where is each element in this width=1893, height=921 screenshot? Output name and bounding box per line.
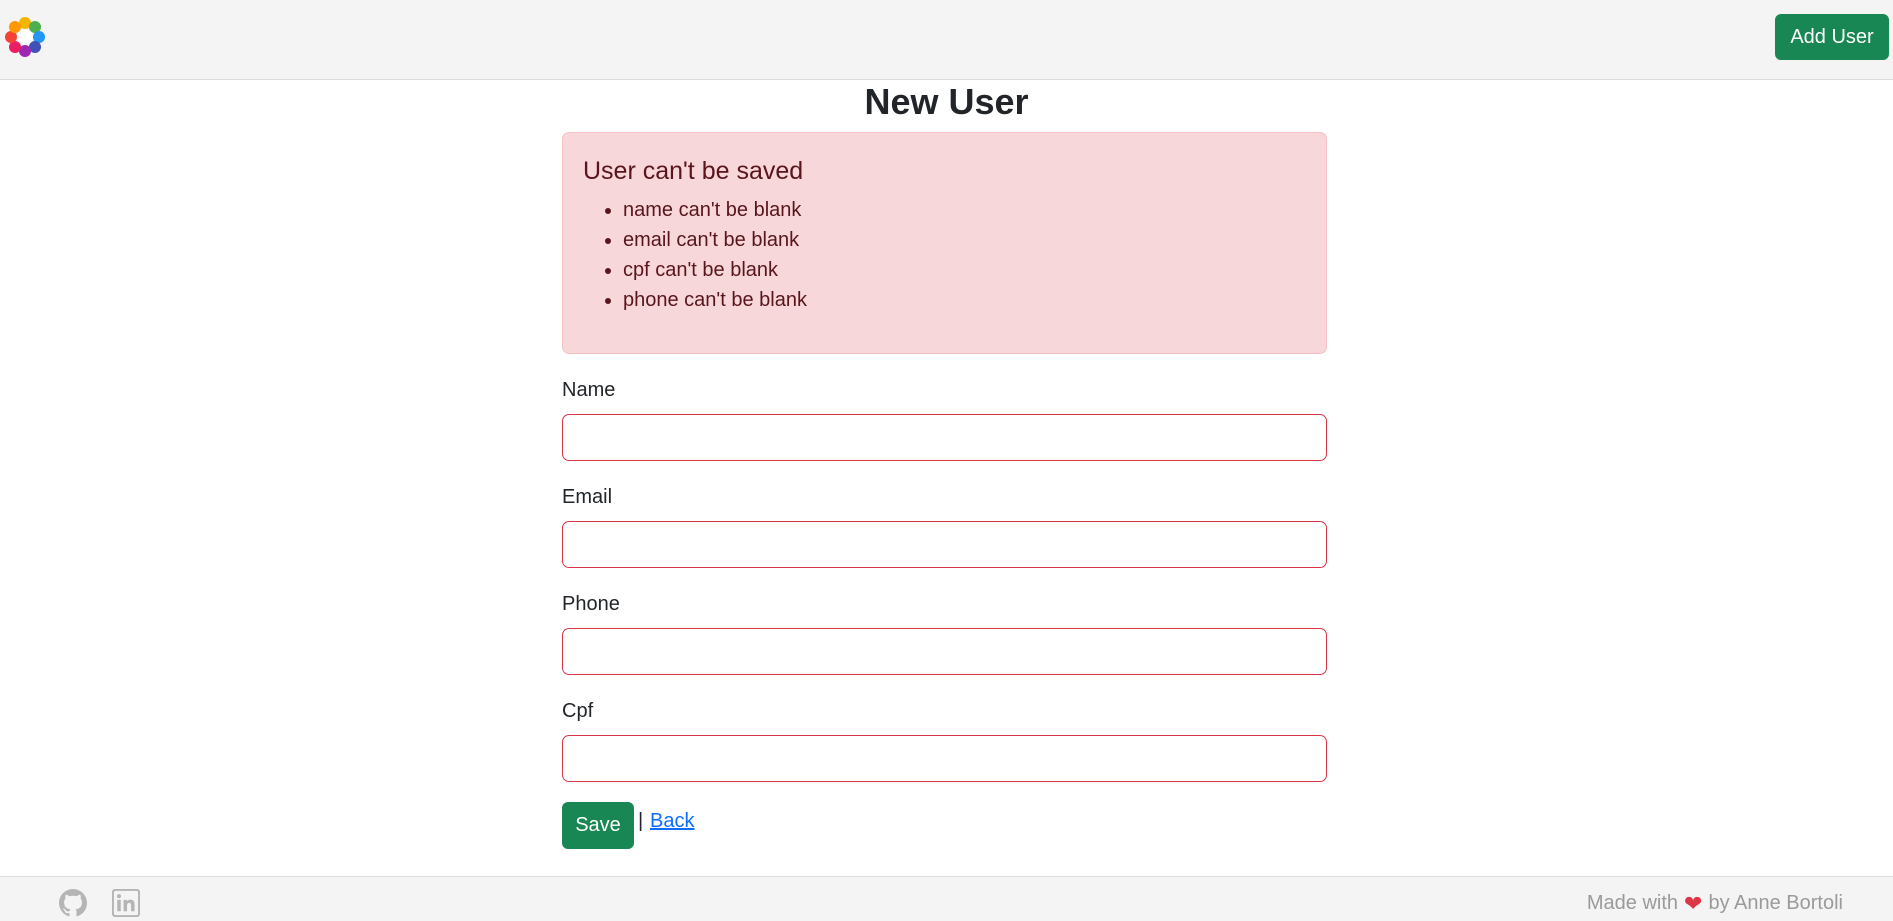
navbar: Add User [0, 0, 1893, 80]
alert-title: User can't be saved [583, 157, 804, 185]
separator: | [638, 810, 644, 832]
add-user-button[interactable]: Add User [1775, 14, 1889, 60]
back-link[interactable]: Back [650, 810, 694, 833]
phone-label: Phone [562, 593, 620, 615]
error-alert: User can't be saved name can't be blank … [562, 132, 1327, 354]
footer-credit: Made with ❤ by Anne Bortoli [1587, 892, 1843, 915]
cpf-field[interactable] [562, 735, 1327, 782]
email-field[interactable] [562, 521, 1327, 568]
phone-field[interactable] [562, 628, 1327, 675]
colorful-flower-logo-icon[interactable] [2, 14, 48, 60]
error-item: email can't be blank [623, 225, 1306, 255]
github-icon[interactable] [59, 889, 87, 917]
error-item: cpf can't be blank [623, 255, 1306, 285]
name-field[interactable] [562, 414, 1327, 461]
error-item: name can't be blank [623, 195, 1306, 225]
linkedin-icon[interactable] [111, 888, 141, 918]
save-button[interactable]: Save [562, 802, 634, 849]
error-list: name can't be blank email can't be blank… [583, 195, 1306, 315]
made-with-text: Made with [1586, 892, 1679, 914]
name-label: Name [562, 379, 616, 401]
page-title: New User [864, 81, 1029, 122]
cpf-label: Cpf [562, 700, 594, 722]
footer: Made with ❤ by Anne Bortoli [0, 876, 1893, 921]
author-text: by Anne Bortoli [1708, 892, 1843, 914]
error-item: phone can't be blank [623, 285, 1306, 315]
email-label: Email [562, 486, 613, 508]
heart-icon: ❤ [1684, 890, 1703, 916]
